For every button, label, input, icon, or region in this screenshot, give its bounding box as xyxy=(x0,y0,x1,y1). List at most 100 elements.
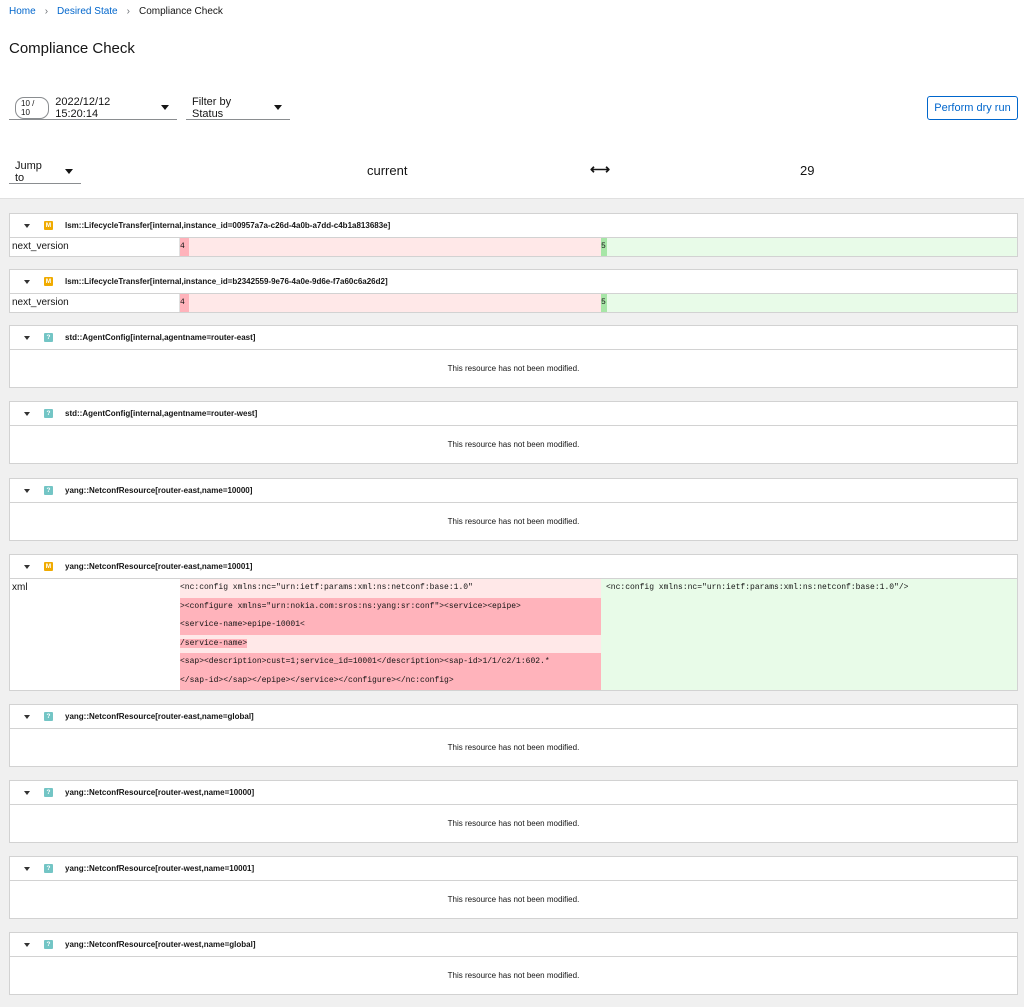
status-label: ? xyxy=(44,712,53,721)
resource-title: yang::NetconfResource[router-east,name=1… xyxy=(65,486,253,495)
page-title: Compliance Check xyxy=(9,40,135,57)
attribute-key: next_version xyxy=(10,294,180,312)
old-value-cell: 4 xyxy=(180,294,601,312)
resource-card: ? std::AgentConfig[internal,agentname=ro… xyxy=(9,401,1018,464)
resource-title: std::AgentConfig[internal,agentname=rout… xyxy=(65,409,258,418)
resource-card: ? yang::NetconfResource[router-east,name… xyxy=(9,704,1018,767)
resource-title: lsm::LifecycleTransfer[internal,instance… xyxy=(65,277,388,286)
status-label: ? xyxy=(44,333,53,342)
jump-to-label: Jump to xyxy=(15,159,42,184)
status-label: ? xyxy=(44,940,53,949)
new-value: 5 xyxy=(601,238,607,256)
status-label: ? xyxy=(44,409,53,418)
resource-title: yang::NetconfResource[router-west,name=g… xyxy=(65,940,256,949)
chevron-down-icon[interactable] xyxy=(24,488,30,493)
old-value: 4 xyxy=(180,238,189,256)
old-value-cell: 4 xyxy=(180,238,601,256)
chevron-down-icon[interactable] xyxy=(24,279,30,284)
diff-list: M lsm::LifecycleTransfer[internal,instan… xyxy=(0,199,1024,1007)
old-xml-line: <service-name>epipe-10001< xyxy=(180,616,601,635)
resource-title: yang::NetconfResource[router-east,name=g… xyxy=(65,712,254,721)
resource-title: yang::NetconfResource[router-west,name=1… xyxy=(65,864,255,873)
chevron-down-icon[interactable] xyxy=(24,411,30,416)
perform-dry-run-button[interactable]: Perform dry run xyxy=(927,96,1018,120)
resource-title: yang::NetconfResource[router-east,name=1… xyxy=(65,562,253,571)
old-xml-line: /service-name> xyxy=(180,634,601,653)
old-xml-fragment: /service-name> xyxy=(180,638,248,648)
not-modified-message: This resource has not been modified. xyxy=(447,895,580,904)
chevron-down-icon[interactable] xyxy=(24,790,30,795)
new-value-cell: 5 xyxy=(601,294,1017,312)
breadcrumb-current: Compliance Check xyxy=(138,6,223,17)
caret-down-icon xyxy=(274,105,282,110)
attribute-key: next_version xyxy=(10,238,180,256)
resource-header[interactable]: ? yang::NetconfResource[router-west,name… xyxy=(10,781,1017,805)
new-value: <nc:config xmlns:nc="urn:ietf:params:xml… xyxy=(606,583,909,592)
not-modified-message: This resource has not been modified. xyxy=(447,819,580,828)
not-modified-message: This resource has not been modified. xyxy=(447,440,580,449)
resource-header[interactable]: ? std::AgentConfig[internal,agentname=ro… xyxy=(10,402,1017,426)
chevron-down-icon[interactable] xyxy=(24,223,30,228)
version-select[interactable]: 10 / 10 2022/12/12 15:20:14 xyxy=(9,96,177,120)
not-modified-message: This resource has not been modified. xyxy=(447,743,580,752)
breadcrumb: Home › Desired State › Compliance Check xyxy=(9,6,223,17)
version-date: 2022/12/12 15:20:14 xyxy=(55,95,111,120)
resource-title: yang::NetconfResource[router-west,name=1… xyxy=(65,788,255,797)
chevron-down-icon[interactable] xyxy=(24,564,30,569)
resource-title: lsm::LifecycleTransfer[internal,instance… xyxy=(65,221,391,230)
filter-status-label: Filter by Status xyxy=(192,95,232,120)
old-xml-line: </sap-id></sap></epipe></service></confi… xyxy=(180,671,601,690)
not-modified-message: This resource has not been modified. xyxy=(447,517,580,526)
chevron-right-icon: › xyxy=(126,6,130,17)
new-value-cell: 5 xyxy=(601,238,1017,256)
attribute-key: xml xyxy=(12,582,28,593)
status-label: ? xyxy=(44,788,53,797)
toolbar: 10 / 10 2022/12/12 15:20:14 Filter by St… xyxy=(9,96,290,120)
old-xml-line: <nc:config xmlns:nc="urn:ietf:params:xml… xyxy=(180,579,601,598)
old-xml-line: <sap><description>cust=1;service_id=1000… xyxy=(180,653,601,672)
resource-header[interactable]: ? std::AgentConfig[internal,agentname=ro… xyxy=(10,326,1017,350)
new-value-cell: <nc:config xmlns:nc="urn:ietf:params:xml… xyxy=(601,579,1017,690)
status-label: ? xyxy=(44,486,53,495)
resource-card: M lsm::LifecycleTransfer[internal,instan… xyxy=(9,213,1018,257)
caret-down-icon xyxy=(65,169,73,174)
resource-card: ? yang::NetconfResource[router-west,name… xyxy=(9,932,1018,995)
caret-down-icon xyxy=(161,105,169,110)
resource-header[interactable]: M lsm::LifecycleTransfer[internal,instan… xyxy=(10,214,1017,238)
resource-header[interactable]: M yang::NetconfResource[router-east,name… xyxy=(10,555,1017,579)
left-right-arrow-icon: ⟷ xyxy=(590,161,611,177)
diff-row: next_version 4 5 xyxy=(10,294,1017,312)
resource-header[interactable]: ? yang::NetconfResource[router-west,name… xyxy=(10,857,1017,881)
status-label: M xyxy=(44,277,53,286)
compare-to-label: 29 xyxy=(800,163,815,178)
old-value: 4 xyxy=(180,294,189,312)
jump-to-select[interactable]: Jump to xyxy=(9,160,81,184)
resource-header[interactable]: ? yang::NetconfResource[router-west,name… xyxy=(10,933,1017,957)
diff-row: next_version 4 5 xyxy=(10,238,1017,256)
resource-header[interactable]: ? yang::NetconfResource[router-east,name… xyxy=(10,479,1017,503)
chevron-right-icon: › xyxy=(44,6,49,17)
not-modified-message: This resource has not been modified. xyxy=(447,971,580,980)
version-badge: 10 / 10 xyxy=(15,96,50,119)
chevron-down-icon[interactable] xyxy=(24,866,30,871)
resource-card: ? yang::NetconfResource[router-east,name… xyxy=(9,478,1018,541)
chevron-down-icon[interactable] xyxy=(24,335,30,340)
resource-card: M yang::NetconfResource[router-east,name… xyxy=(9,554,1018,691)
resource-title: std::AgentConfig[internal,agentname=rout… xyxy=(65,333,256,342)
breadcrumb-desired-state-link[interactable]: Desired State xyxy=(57,6,118,17)
resource-header[interactable]: ? yang::NetconfResource[router-east,name… xyxy=(10,705,1017,729)
status-label: M xyxy=(44,221,53,230)
breadcrumb-home-link[interactable]: Home xyxy=(9,6,36,17)
resource-card: ? yang::NetconfResource[router-west,name… xyxy=(9,856,1018,919)
resource-card: M lsm::LifecycleTransfer[internal,instan… xyxy=(9,269,1018,313)
filter-status-select[interactable]: Filter by Status xyxy=(186,96,290,120)
resource-card: ? std::AgentConfig[internal,agentname=ro… xyxy=(9,325,1018,388)
resource-header[interactable]: M lsm::LifecycleTransfer[internal,instan… xyxy=(10,270,1017,294)
chevron-down-icon[interactable] xyxy=(24,714,30,719)
header-area: Home › Desired State › Compliance Check … xyxy=(0,0,1024,199)
not-modified-message: This resource has not been modified. xyxy=(447,364,580,373)
diff-row: xml <nc:config xmlns:nc="urn:ietf:params… xyxy=(10,579,1017,690)
new-value: 5 xyxy=(601,294,607,312)
chevron-down-icon[interactable] xyxy=(24,942,30,947)
status-label: M xyxy=(44,562,53,571)
